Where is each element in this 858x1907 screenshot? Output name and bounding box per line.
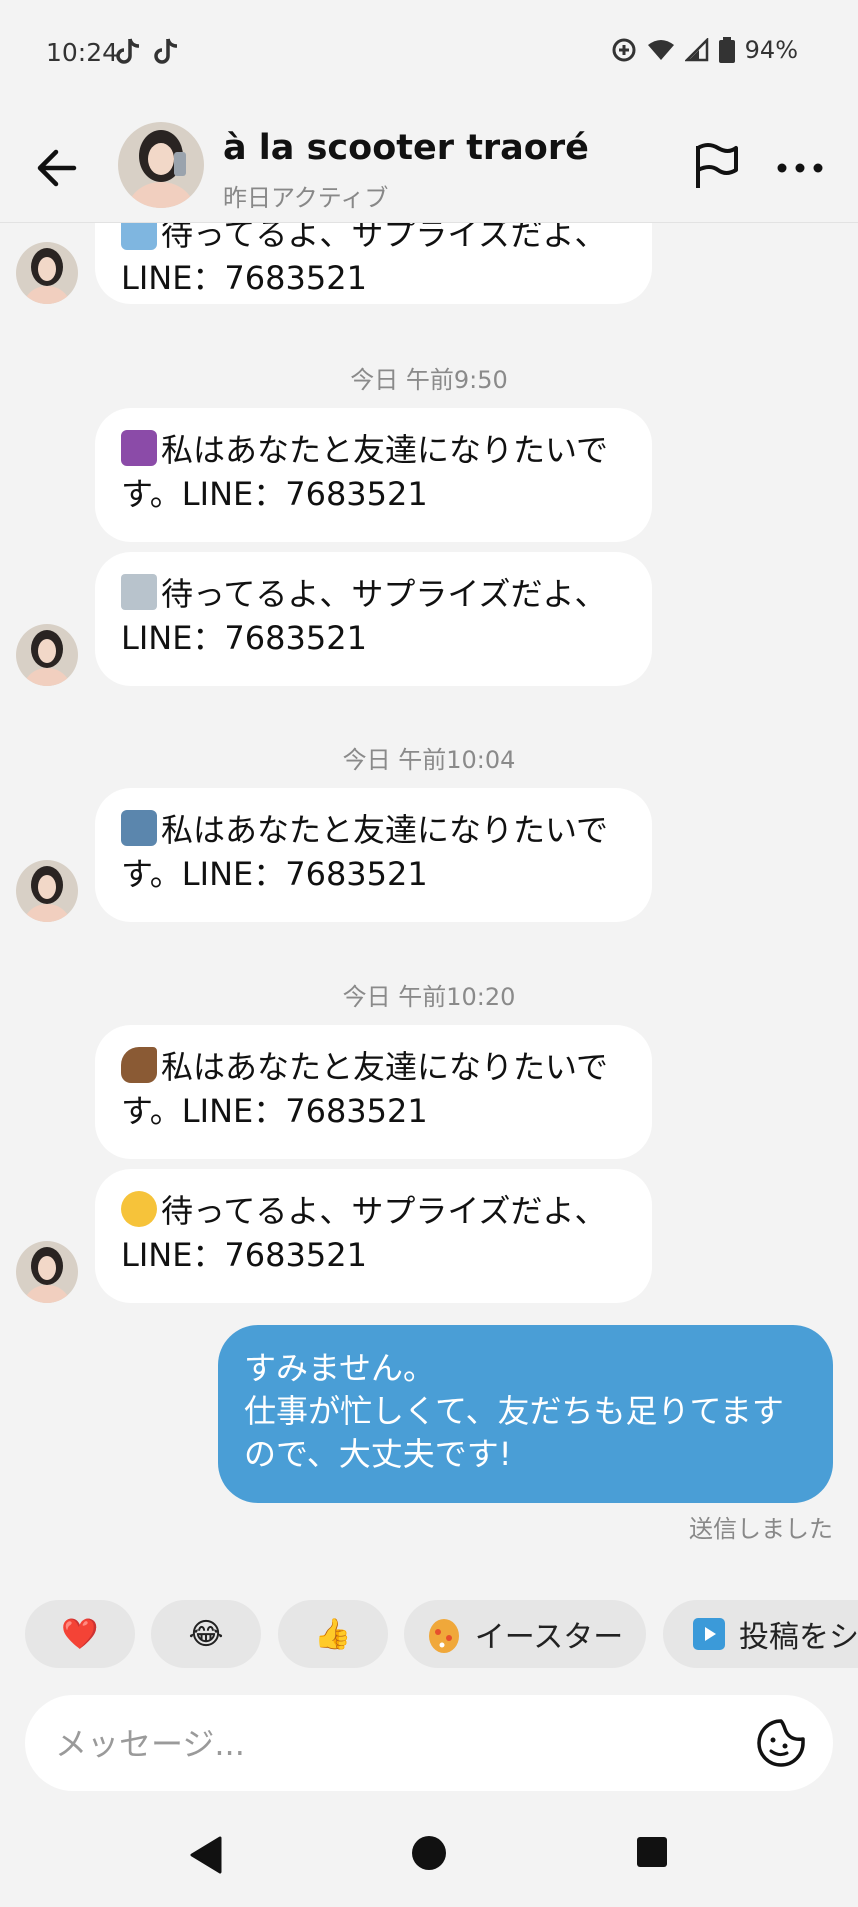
message-line: ので、大丈夫です! — [244, 1435, 512, 1473]
flag-icon[interactable] — [690, 140, 742, 192]
status-time: 10:24 — [46, 38, 119, 67]
received-message[interactable]: 私はあなたと友達になりたいで す。LINE：7683521 — [95, 1025, 652, 1159]
battery-icon — [718, 37, 735, 63]
message-line: 待ってるよ、サプライズだよ、 — [121, 574, 606, 613]
contact-avatar[interactable] — [118, 122, 204, 208]
reaction-label: イースター — [474, 1620, 624, 1655]
message-composer — [25, 1695, 833, 1791]
received-message[interactable]: 待ってるよ、サプライズだよ、 LINE：7683521 — [95, 222, 652, 304]
received-message[interactable]: 私はあなたと友達になりたいで す。LINE：7683521 — [95, 788, 652, 922]
contact-name[interactable]: à la scooter traoré — [223, 128, 589, 168]
status-bar: 10:24 94% — [0, 0, 858, 110]
timestamp: 今日 午前10:20 — [342, 983, 516, 1011]
emoji-icon — [121, 222, 157, 250]
share-post-label: 投稿をシ — [739, 1620, 858, 1655]
tiktok-icon — [116, 38, 140, 64]
nav-home-icon[interactable] — [410, 1834, 448, 1872]
nav-back-icon[interactable] — [186, 1834, 224, 1876]
sent-message[interactable]: すみません。 仕事が忙しくて、友だちも足りてます ので、大丈夫です! — [218, 1325, 833, 1503]
play-icon — [693, 1618, 725, 1650]
easter-egg-icon — [428, 1619, 459, 1653]
cityscape-emoji-icon — [121, 810, 157, 846]
system-nav-bar — [0, 1810, 858, 1907]
message-line: 仕事が忙しくて、友だちも足りてます — [244, 1392, 784, 1430]
sender-avatar[interactable] — [16, 624, 78, 686]
message-line: す。LINE：7683521 — [121, 475, 428, 513]
sender-avatar[interactable] — [16, 242, 78, 304]
speaker-emoji-icon — [121, 574, 157, 610]
nav-recents-icon[interactable] — [635, 1835, 669, 1869]
reaction-thumbs-up[interactable]: 👍 — [278, 1600, 388, 1668]
received-message[interactable]: 私はあなたと友達になりたいで す。LINE：7683521 — [95, 408, 652, 542]
chat-header: à la scooter traoré 昨日アクティブ — [0, 110, 858, 223]
reaction-heart[interactable]: ❤️ — [25, 1600, 135, 1668]
message-line: す。LINE：7683521 — [121, 855, 428, 893]
timestamp: 今日 午前9:50 — [350, 366, 508, 394]
data-saver-icon — [612, 38, 636, 62]
sent-status: 送信しました — [689, 1515, 833, 1543]
message-line: 私はあなたと友達になりたいで — [121, 810, 608, 849]
message-line: す。LINE：7683521 — [121, 1092, 428, 1130]
message-line: 私はあなたと友達になりたいで — [121, 1047, 608, 1086]
message-line: LINE：7683521 — [121, 1236, 367, 1274]
message-input[interactable] — [53, 1717, 737, 1771]
sticker-icon[interactable] — [755, 1717, 807, 1769]
active-status: 昨日アクティブ — [223, 184, 389, 212]
drooling-face-emoji-icon — [121, 1191, 157, 1227]
signal-icon — [684, 38, 708, 62]
message-line: LINE：7683521 — [121, 619, 367, 657]
tiktok-icon — [154, 38, 178, 64]
shoe-emoji-icon — [121, 1047, 157, 1083]
back-arrow-icon[interactable] — [30, 140, 86, 196]
reaction-laughing[interactable]: 😂 — [151, 1600, 261, 1668]
message-line: 私はあなたと友達になりたいで — [121, 430, 608, 469]
menorah-emoji-icon — [121, 430, 157, 466]
message-line: LINE：7683521 — [121, 259, 367, 297]
wifi-icon — [647, 40, 674, 60]
quick-reactions: ❤️ 😂 👍 イースター 投稿をシ — [0, 1600, 858, 1670]
battery-percent: 94% — [744, 36, 798, 64]
message-line: すみません。 — [244, 1349, 436, 1387]
received-message[interactable]: 待ってるよ、サプライズだよ、 LINE：7683521 — [95, 552, 652, 686]
chat-messages: 待ってるよ、サプライズだよ、 LINE：7683521 今日 午前9:50 私は… — [0, 222, 858, 1582]
timestamp: 今日 午前10:04 — [342, 746, 516, 774]
sender-avatar[interactable] — [16, 1241, 78, 1303]
reaction-easter[interactable]: イースター — [404, 1600, 646, 1668]
sender-avatar[interactable] — [16, 860, 78, 922]
message-line: 待ってるよ、サプライズだよ、 — [121, 222, 606, 253]
share-post-chip[interactable]: 投稿をシ — [663, 1600, 858, 1668]
received-message[interactable]: 待ってるよ、サプライズだよ、 LINE：7683521 — [95, 1169, 652, 1303]
message-line: 待ってるよ、サプライズだよ、 — [121, 1191, 606, 1230]
more-options-icon[interactable] — [772, 148, 828, 188]
